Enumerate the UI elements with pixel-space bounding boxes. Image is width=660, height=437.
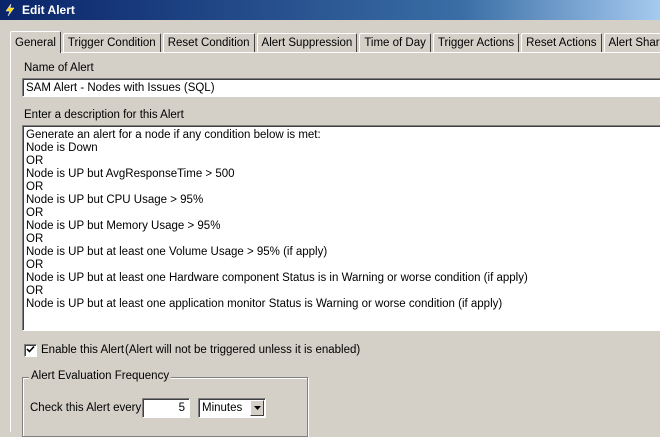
lightning-icon [4, 4, 16, 16]
tab-label: Alert Sharing [609, 37, 660, 49]
tab-alert-sharing[interactable]: Alert Sharing [604, 33, 660, 52]
frequency-input[interactable]: 5 [142, 398, 190, 418]
description-line: OR [26, 259, 658, 272]
description-line: Node is UP but at least one Volume Usage… [26, 246, 658, 259]
frequency-value: 5 [179, 402, 185, 414]
check-every-label: Check this Alert every [30, 402, 141, 414]
tab-reset-actions[interactable]: Reset Actions [521, 33, 601, 52]
tab-label: Trigger Condition [68, 37, 156, 49]
description-line: OR [26, 233, 658, 246]
description-line: OR [26, 181, 658, 194]
description-line: OR [26, 285, 658, 298]
frequency-unit-select[interactable]: Minutes [198, 398, 266, 418]
description-line: Generate an alert for a node if any cond… [26, 129, 658, 142]
description-line: Node is UP but CPU Usage > 95% [26, 194, 658, 207]
tab-label: General [15, 37, 56, 49]
tab-general[interactable]: General [10, 31, 61, 53]
tab-trigger-condition[interactable]: Trigger Condition [63, 33, 161, 52]
alert-name-value: SAM Alert - Nodes with Issues (SQL) [26, 82, 215, 94]
tab-label: Reset Condition [168, 37, 250, 49]
tab-time-of-day[interactable]: Time of Day [359, 33, 431, 52]
description-textarea[interactable]: Generate an alert for a node if any cond… [22, 125, 660, 331]
tab-label: Alert Suppression [262, 37, 353, 49]
description-line: OR [26, 155, 658, 168]
enable-alert-label[interactable]: Enable this Alert [41, 344, 124, 356]
checkmark-icon [26, 345, 35, 357]
tab-label: Time of Day [364, 37, 426, 49]
enable-alert-checkbox[interactable] [24, 344, 37, 357]
alert-name-input[interactable]: SAM Alert - Nodes with Issues (SQL) [22, 78, 660, 97]
enable-alert-note: (Alert will not be triggered unless it i… [125, 344, 360, 356]
description-line: Node is Down [26, 142, 658, 155]
tab-reset-condition[interactable]: Reset Condition [163, 33, 255, 52]
window-title: Edit Alert [22, 3, 75, 17]
chevron-down-icon[interactable] [250, 400, 264, 416]
name-label: Name of Alert [24, 62, 94, 74]
description-line: Node is UP but Memory Usage > 95% [26, 220, 658, 233]
frequency-unit-value: Minutes [202, 402, 242, 414]
description-line: Node is UP but AvgResponseTime > 500 [26, 168, 658, 181]
description-line: Node is UP but at least one application … [26, 298, 658, 311]
description-line: OR [26, 207, 658, 220]
title-bar: Edit Alert [0, 0, 660, 20]
description-line: Node is UP but at least one Hardware com… [26, 272, 658, 285]
tab-label: Reset Actions [526, 37, 596, 49]
tab-label: Trigger Actions [438, 37, 514, 49]
tab-alert-suppression[interactable]: Alert Suppression [257, 33, 358, 52]
tab-strip: General Trigger Condition Reset Conditio… [10, 31, 660, 53]
evaluation-group-title: Alert Evaluation Frequency [29, 370, 171, 382]
tab-trigger-actions[interactable]: Trigger Actions [433, 33, 519, 52]
description-label: Enter a description for this Alert [24, 109, 184, 121]
